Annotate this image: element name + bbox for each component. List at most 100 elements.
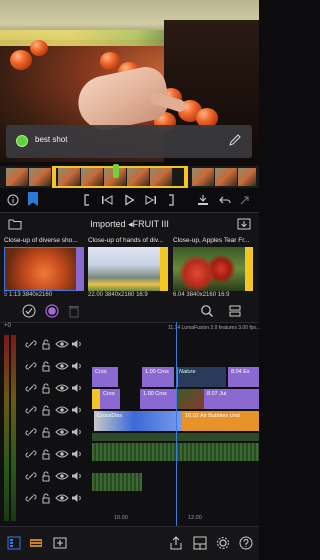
search-icon[interactable] <box>200 304 214 318</box>
insert-down-icon[interactable] <box>194 192 212 208</box>
undo-icon[interactable] <box>216 192 234 208</box>
library-clip[interactable]: Close-up of hands of div... 22.00 3840x2… <box>88 237 168 298</box>
link-icon[interactable] <box>24 492 38 504</box>
speaker-icon[interactable] <box>70 404 84 416</box>
lock-icon[interactable] <box>39 448 53 460</box>
mark-out-icon[interactable] <box>162 192 180 208</box>
filmstrip-playhead[interactable] <box>113 164 119 178</box>
video-viewer[interactable]: best shot <box>0 0 259 162</box>
info-icon[interactable] <box>4 192 22 208</box>
clip-duration: 22.00 <box>88 292 104 298</box>
pencil-icon[interactable] <box>228 133 242 147</box>
lock-icon[interactable] <box>39 470 53 482</box>
export-icon[interactable] <box>168 535 184 551</box>
track-controls-row <box>20 377 88 399</box>
timeline-clip[interactable]: Cros <box>92 367 118 387</box>
bookmark-bar[interactable]: best shot <box>6 125 252 158</box>
lock-icon[interactable] <box>39 492 53 504</box>
clip-resolution: 3840x2160 <box>22 292 53 298</box>
marker-flag-icon[interactable] <box>28 192 38 206</box>
lock-icon[interactable] <box>39 360 53 372</box>
audio-meter-left <box>4 335 9 521</box>
eye-icon[interactable] <box>54 404 69 416</box>
bookmark-color-dot[interactable] <box>16 135 28 147</box>
filmstrip-frame <box>192 168 214 186</box>
next-frame-icon[interactable] <box>142 192 160 208</box>
eye-icon[interactable] <box>54 338 69 350</box>
eye-icon[interactable] <box>54 492 69 504</box>
library-clip[interactable]: Close-up, Apples Tear Fr... 6.04 3840x21… <box>173 237 253 298</box>
library-toggle-icon[interactable] <box>6 535 22 551</box>
lock-icon[interactable] <box>39 338 53 350</box>
filmstrip-frame <box>238 168 256 186</box>
library-clip[interactable]: Close-up of diverse sho... 5 1:13 3840x2… <box>4 237 84 298</box>
timeline-clip[interactable]: 1.00 Cros <box>140 389 176 409</box>
track-controls-row <box>20 399 88 421</box>
color-tag-icon[interactable] <box>45 304 59 318</box>
timeline-clip-thumb[interactable] <box>176 389 204 409</box>
speaker-icon[interactable] <box>70 426 84 438</box>
eye-icon[interactable] <box>54 360 69 372</box>
timeline-clip[interactable]: Nature <box>176 367 226 387</box>
timecode-label: 12.00 <box>188 515 202 521</box>
storyblocks-icon[interactable] <box>28 535 44 551</box>
timeline-clip-thumb[interactable] <box>134 411 182 431</box>
trim-selection[interactable] <box>52 166 188 188</box>
clip-used-marker <box>245 247 253 291</box>
eye-icon[interactable] <box>54 382 69 394</box>
speaker-icon[interactable] <box>70 448 84 460</box>
play-icon[interactable] <box>120 192 138 208</box>
timeline-clip-edge[interactable] <box>92 389 100 409</box>
timecode-label: 10.00 <box>114 515 128 521</box>
trim-filmstrip[interactable] <box>0 164 259 188</box>
timeline-clip[interactable]: 8.07 Jui <box>204 389 259 409</box>
link-icon[interactable] <box>24 338 38 350</box>
link-icon[interactable] <box>24 470 38 482</box>
mark-in-icon[interactable] <box>78 192 96 208</box>
timeline[interactable]: 11.14 LumaFusion 2.0 features 3.00 fps..… <box>0 322 260 526</box>
clip-used-marker <box>160 247 168 291</box>
speaker-icon[interactable] <box>70 338 84 350</box>
share-arrow-icon[interactable] <box>236 192 254 208</box>
clip-resolution: 3840x2160 <box>186 292 217 298</box>
lock-icon[interactable] <box>39 426 53 438</box>
clip-thumbnail <box>88 247 168 291</box>
trim-in-handle[interactable] <box>52 166 56 188</box>
previous-frame-icon[interactable] <box>98 192 116 208</box>
timeline-clip[interactable]: Cros <box>100 389 120 409</box>
speaker-icon[interactable] <box>70 382 84 394</box>
layout-icon[interactable] <box>192 535 208 551</box>
timeline-clip[interactable]: 10.02 Air Bubbles Und <box>182 411 259 431</box>
add-media-icon[interactable] <box>52 535 68 551</box>
link-icon[interactable] <box>24 382 38 394</box>
lock-icon[interactable] <box>39 382 53 394</box>
help-icon[interactable] <box>238 535 254 551</box>
timeline-clip[interactable]: CrossDiss <box>94 411 134 431</box>
list-view-icon[interactable] <box>228 304 242 318</box>
timeline-clip[interactable]: 1.00 Cros <box>142 367 174 387</box>
speaker-icon[interactable] <box>70 470 84 482</box>
speaker-icon[interactable] <box>70 492 84 504</box>
timeline-playhead[interactable] <box>176 322 177 526</box>
link-icon[interactable] <box>24 360 38 372</box>
checkmark-circle-icon[interactable] <box>22 304 36 318</box>
eye-icon[interactable] <box>54 426 69 438</box>
clip-duration: 1:13 <box>9 292 21 298</box>
lock-icon[interactable] <box>39 404 53 416</box>
link-icon[interactable] <box>24 426 38 438</box>
eye-icon[interactable] <box>54 448 69 460</box>
import-icon[interactable] <box>237 218 251 230</box>
link-icon[interactable] <box>24 404 38 416</box>
bottom-toolbar <box>0 526 259 560</box>
link-icon[interactable] <box>24 448 38 460</box>
speaker-icon[interactable] <box>70 360 84 372</box>
library-title[interactable]: Imported ◂FRUIT III <box>0 219 259 230</box>
trash-icon[interactable] <box>68 304 80 318</box>
fruit <box>30 40 48 56</box>
transport-bar <box>0 190 259 210</box>
trim-out-handle[interactable] <box>184 166 188 188</box>
audio-clip-waveform[interactable] <box>92 473 142 491</box>
settings-gear-icon[interactable] <box>215 535 231 551</box>
timeline-clip[interactable]: 8.04 Ex <box>228 367 259 387</box>
eye-icon[interactable] <box>54 470 69 482</box>
